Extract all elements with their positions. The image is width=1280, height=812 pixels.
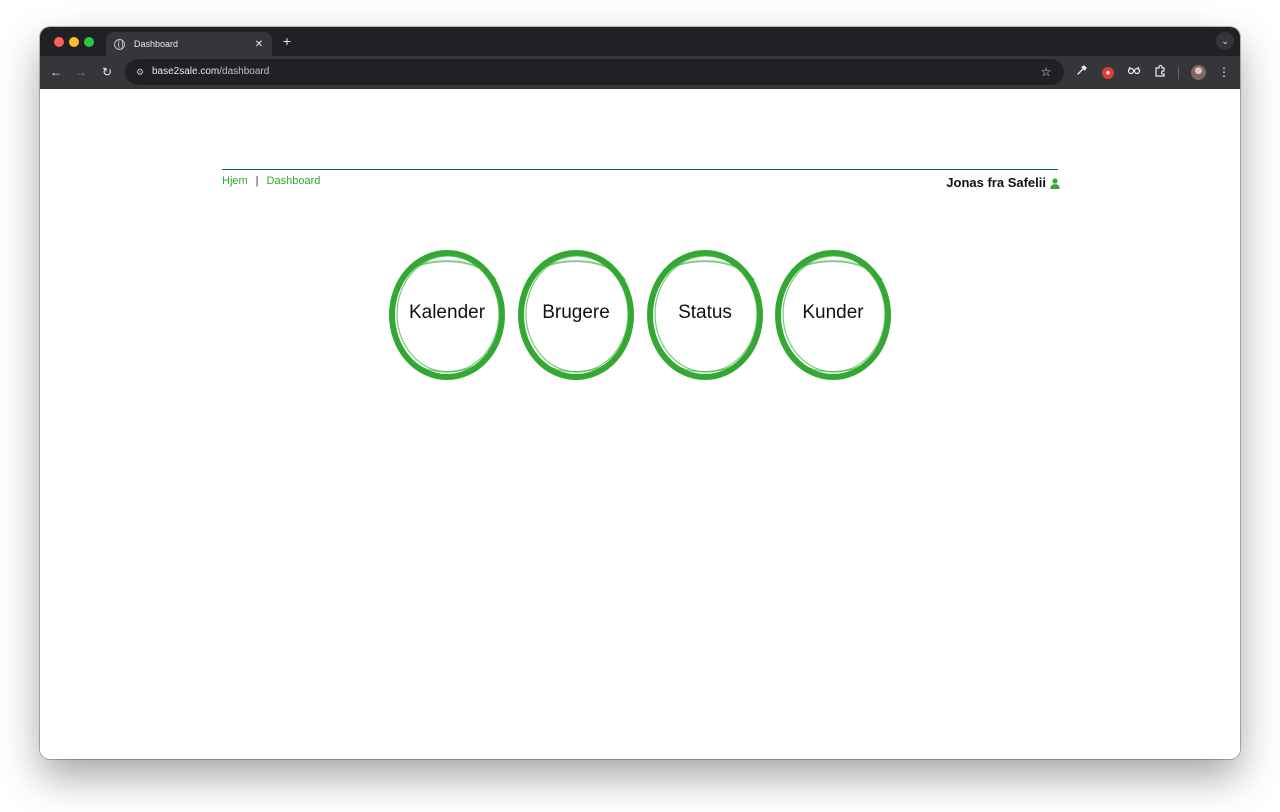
minimize-window-button[interactable] xyxy=(69,37,79,47)
browser-tab-active[interactable]: Dashboard ✕ xyxy=(106,32,272,56)
tab-strip: Dashboard ✕ + ⌄ xyxy=(40,27,1240,56)
chevron-down-icon[interactable]: ⌄ xyxy=(1216,32,1234,50)
url-text[interactable]: base2sale.com/dashboard xyxy=(152,66,269,78)
arrow-right-icon[interactable]: → xyxy=(73,64,89,80)
globe-icon xyxy=(114,38,125,50)
kebab-menu-icon[interactable]: ⋮ xyxy=(1218,64,1230,80)
puzzle-icon[interactable] xyxy=(1152,64,1168,80)
url-path: /dashboard xyxy=(219,66,270,77)
tune-icon[interactable]: ⚙ xyxy=(133,65,147,79)
dashboard-item-kalender[interactable]: Kalender xyxy=(386,248,508,383)
dashboard-menu: Kalender Brugere Status Kunder xyxy=(386,248,894,383)
dashboard-item-label: Status xyxy=(678,302,732,323)
maximize-window-button[interactable] xyxy=(84,37,94,47)
browser-window: Dashboard ✕ + ⌄ ← → ↻ ⚙ base2sale.com/da… xyxy=(40,27,1240,759)
dashboard-item-kunder[interactable]: Kunder xyxy=(772,248,894,383)
user-info[interactable]: Jonas fra Safelii xyxy=(890,175,1060,191)
browser-toolbar: ← → ↻ ⚙ base2sale.com/dashboard ☆ ● ⋮ xyxy=(40,56,1240,89)
address-bar[interactable]: ⚙ base2sale.com/dashboard ☆ xyxy=(125,59,1064,85)
breadcrumb-separator: | xyxy=(255,175,259,187)
breadcrumb-home-link[interactable]: Hjem xyxy=(222,175,248,188)
url-host: base2sale.com xyxy=(152,66,220,77)
glasses-icon[interactable] xyxy=(1126,64,1142,80)
screen: Dashboard ✕ + ⌄ ← → ↻ ⚙ base2sale.com/da… xyxy=(0,0,1280,812)
star-icon[interactable]: ☆ xyxy=(1038,64,1054,80)
breadcrumb-dashboard-link[interactable]: Dashboard xyxy=(267,175,321,188)
red-shield-icon[interactable]: ● xyxy=(1100,64,1116,80)
close-icon[interactable]: ✕ xyxy=(252,39,266,50)
dashboard-item-label: Kunder xyxy=(802,302,864,323)
breadcrumb: Hjem | Dashboard xyxy=(222,175,320,188)
tab-title: Dashboard xyxy=(134,39,179,49)
close-window-button[interactable] xyxy=(54,37,64,47)
header-divider xyxy=(222,169,1058,170)
dashboard-item-label: Kalender xyxy=(408,302,486,323)
reload-icon[interactable]: ↻ xyxy=(99,64,115,80)
avatar-icon[interactable] xyxy=(1191,65,1206,80)
plus-icon[interactable]: + xyxy=(279,33,295,49)
page-content: Hjem | Dashboard Jonas fra Safelii Kalen… xyxy=(40,89,1240,759)
user-name: Jonas fra Safelii xyxy=(946,175,1046,190)
user-icon xyxy=(1050,177,1060,189)
dashboard-item-label: Brugere xyxy=(542,302,610,323)
dashboard-item-brugere[interactable]: Brugere xyxy=(515,248,637,383)
dashboard-item-status[interactable]: Status xyxy=(644,248,766,383)
arrow-left-icon[interactable]: ← xyxy=(48,64,64,80)
toolbar-divider xyxy=(1178,67,1179,79)
eyedropper-icon[interactable] xyxy=(1074,64,1090,80)
